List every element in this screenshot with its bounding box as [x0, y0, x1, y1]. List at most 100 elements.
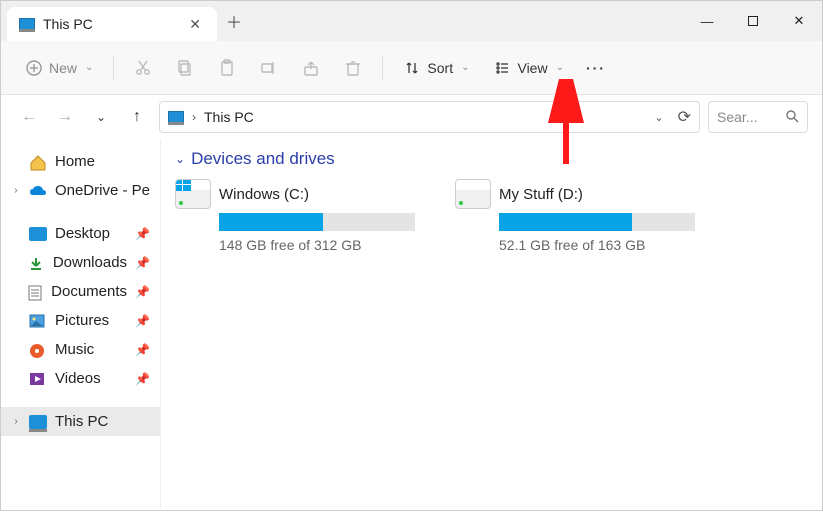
- this-pc-icon: [29, 415, 47, 429]
- address-bar[interactable]: › This PC ⌄ ⟳: [159, 101, 700, 133]
- this-pc-icon: [168, 111, 184, 123]
- sidebar-item-this-pc[interactable]: › This PC: [1, 407, 160, 436]
- plus-circle-icon: [25, 59, 43, 77]
- window-controls: — ✕: [684, 1, 822, 41]
- this-pc-icon: [19, 18, 35, 30]
- cut-icon: [134, 59, 152, 77]
- pin-icon: 📌: [135, 372, 150, 386]
- drive-item[interactable]: My Stuff (D:) 52.1 GB free of 163 GB: [455, 179, 695, 253]
- separator: [382, 55, 383, 81]
- drive-usage-bar: [499, 213, 695, 231]
- drive-item[interactable]: Windows (C:) 148 GB free of 312 GB: [175, 179, 415, 253]
- sidebar-item-documents[interactable]: Documents 📌: [1, 277, 160, 306]
- drives-list: Windows (C:) 148 GB free of 312 GB My St…: [175, 179, 808, 253]
- sidebar-label: Videos: [55, 370, 101, 387]
- back-button[interactable]: ←: [15, 108, 43, 126]
- search-icon: [785, 109, 799, 126]
- search-placeholder: Sear...: [717, 109, 757, 125]
- cut-button[interactable]: [124, 53, 162, 83]
- new-button[interactable]: New ⌄: [15, 53, 103, 83]
- window-tab[interactable]: This PC ✕: [7, 7, 217, 41]
- expand-icon[interactable]: ›: [11, 185, 21, 196]
- videos-icon: [29, 372, 47, 386]
- nav-row: ← → ⌄ ↑ › This PC ⌄ ⟳ Sear...: [1, 95, 822, 139]
- breadcrumb-location[interactable]: This PC: [204, 109, 254, 125]
- sidebar-label: OneDrive - Pe: [55, 182, 150, 199]
- delete-button[interactable]: [334, 53, 372, 83]
- chevron-right-icon: ›: [192, 110, 196, 124]
- sidebar-item-music[interactable]: Music 📌: [1, 335, 160, 364]
- drive-usage-bar: [219, 213, 415, 231]
- trash-icon: [344, 59, 362, 77]
- pin-icon: 📌: [135, 314, 150, 328]
- collapse-icon[interactable]: ⌄: [175, 152, 185, 166]
- drive-subtitle: 148 GB free of 312 GB: [219, 237, 415, 253]
- section-title: Devices and drives: [191, 149, 335, 169]
- view-label: View: [517, 60, 547, 76]
- copy-button[interactable]: [166, 53, 204, 83]
- new-label: New: [49, 60, 77, 76]
- download-icon: [28, 256, 45, 270]
- expand-icon[interactable]: ›: [11, 416, 21, 427]
- sort-icon: [403, 59, 421, 77]
- search-box[interactable]: Sear...: [708, 101, 808, 133]
- drive-label: My Stuff (D:): [499, 186, 583, 203]
- refresh-button[interactable]: ⟳: [678, 107, 691, 127]
- sidebar: Home › OneDrive - Pe Desktop 📌 Downloads…: [1, 139, 161, 512]
- recent-dropdown[interactable]: ⌄: [87, 110, 115, 124]
- sidebar-item-videos[interactable]: Videos 📌: [1, 364, 160, 393]
- close-tab-icon[interactable]: ✕: [185, 16, 205, 33]
- pin-icon: 📌: [135, 285, 150, 299]
- sidebar-item-pictures[interactable]: Pictures 📌: [1, 306, 160, 335]
- chevron-down-icon: ⌄: [461, 62, 469, 73]
- title-bar: This PC ✕ ＋ — ✕: [1, 1, 822, 41]
- sidebar-item-onedrive[interactable]: › OneDrive - Pe: [1, 176, 160, 205]
- sort-button[interactable]: Sort ⌄: [393, 53, 479, 83]
- paste-button[interactable]: [208, 53, 246, 83]
- rename-icon: [260, 59, 278, 77]
- music-icon: [29, 343, 47, 357]
- home-icon: [29, 155, 47, 169]
- sidebar-label: Pictures: [55, 312, 109, 329]
- pin-icon: 📌: [135, 256, 150, 270]
- rename-button[interactable]: [250, 53, 288, 83]
- sidebar-label: Home: [55, 153, 95, 170]
- up-button[interactable]: ↑: [123, 108, 151, 126]
- drive-icon: [455, 179, 491, 209]
- copy-icon: [176, 59, 194, 77]
- separator: [113, 55, 114, 81]
- sidebar-item-desktop[interactable]: Desktop 📌: [1, 219, 160, 248]
- sidebar-label: Desktop: [55, 225, 110, 242]
- view-icon: [493, 59, 511, 77]
- sidebar-label: Music: [55, 341, 94, 358]
- close-window-button[interactable]: ✕: [776, 1, 822, 41]
- sidebar-label: This PC: [55, 413, 108, 430]
- content-pane: ⌄ Devices and drives Windows (C:) 148 GB…: [161, 139, 822, 512]
- windows-logo-icon: [175, 179, 191, 191]
- share-icon: [302, 59, 320, 77]
- more-icon: ···: [586, 60, 606, 76]
- pictures-icon: [29, 314, 47, 328]
- drive-icon: [175, 179, 211, 209]
- share-button[interactable]: [292, 53, 330, 83]
- maximize-button[interactable]: [730, 1, 776, 41]
- sidebar-item-downloads[interactable]: Downloads 📌: [1, 248, 160, 277]
- more-button[interactable]: ···: [578, 54, 614, 82]
- forward-button[interactable]: →: [51, 108, 79, 126]
- main-area: Home › OneDrive - Pe Desktop 📌 Downloads…: [1, 139, 822, 512]
- paste-icon: [218, 59, 236, 77]
- drive-label: Windows (C:): [219, 186, 309, 203]
- pin-icon: 📌: [135, 227, 150, 241]
- document-icon: [28, 285, 44, 299]
- new-tab-button[interactable]: ＋: [217, 9, 251, 33]
- cloud-icon: [29, 184, 47, 198]
- sort-label: Sort: [427, 60, 453, 76]
- tab-title: This PC: [43, 16, 185, 32]
- minimize-button[interactable]: —: [684, 1, 730, 41]
- sidebar-label: Downloads: [53, 254, 127, 271]
- address-dropdown-icon[interactable]: ⌄: [654, 111, 663, 124]
- view-button[interactable]: View ⌄: [483, 53, 573, 83]
- sidebar-item-home[interactable]: Home: [1, 147, 160, 176]
- section-header[interactable]: ⌄ Devices and drives: [175, 149, 808, 169]
- chevron-down-icon: ⌄: [85, 62, 93, 73]
